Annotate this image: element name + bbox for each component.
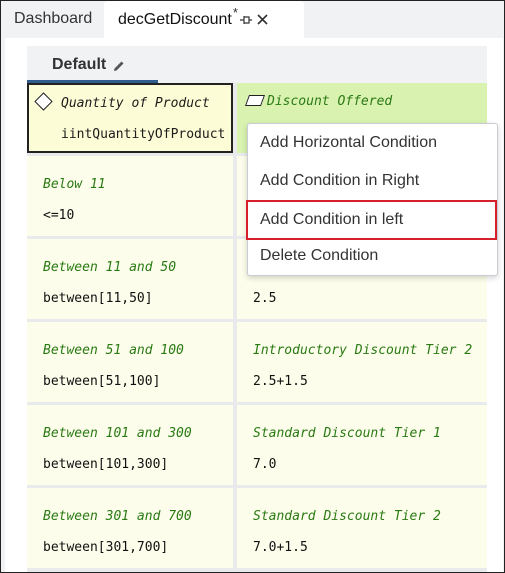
- header-condition-cell[interactable]: Quantity of Product iintQuantityOfProduc…: [27, 83, 233, 153]
- tab-dashboard-label: Dashboard: [14, 10, 93, 27]
- result-title: Standard Discount Tier 2: [253, 509, 441, 524]
- tab-bar: Dashboard decGetDiscount *: [1, 1, 504, 38]
- condition-title: Between 51 and 100: [43, 343, 184, 358]
- condition-value: between[101,300]: [43, 457, 169, 472]
- subtab-default[interactable]: Default: [27, 46, 158, 83]
- subtab-default-label: Default: [52, 55, 107, 73]
- condition-title: Between 301 and 700: [43, 509, 192, 524]
- context-menu: Add Horizontal Condition Add Condition i…: [246, 123, 498, 276]
- condition-cell[interactable]: Between 51 and 100 between[51,100]: [27, 322, 233, 402]
- editor-panel: Default Quantity of Product iintQuantity…: [5, 38, 503, 572]
- condition-title: Below 11: [43, 177, 106, 192]
- condition-cell[interactable]: Below 11 <=10: [27, 156, 233, 236]
- header-condition-title: Quantity of Product: [61, 96, 210, 111]
- result-value: 2.5: [253, 291, 277, 306]
- result-value: 7.0+1.5: [253, 540, 308, 555]
- pencil-icon[interactable]: [113, 59, 125, 71]
- menu-item-delete-condition[interactable]: Delete Condition: [248, 238, 497, 274]
- condition-cell[interactable]: Between 11 and 50 between[11,50]: [27, 239, 233, 319]
- menu-item-add-condition-left[interactable]: Add Condition in left: [246, 200, 497, 240]
- menu-item-add-condition-right[interactable]: Add Condition in Right: [248, 163, 497, 199]
- parallelogram-icon: [244, 95, 266, 106]
- result-title: Standard Discount Tier 1: [253, 426, 441, 441]
- diamond-icon: [34, 92, 53, 111]
- result-cell[interactable]: Standard Discount Tier 1 7.0: [237, 405, 487, 485]
- header-condition-variable: iintQuantityOfProduct: [61, 127, 226, 142]
- result-cell[interactable]: Standard Discount Tier 2 7.0+1.5: [237, 488, 487, 568]
- subtab-bar: Default: [27, 46, 487, 83]
- window-frame: Dashboard decGetDiscount * Default Quant…: [0, 0, 505, 573]
- result-value: 2.5+1.5: [253, 374, 308, 389]
- condition-value: between[11,50]: [43, 291, 153, 306]
- tab-decgetdiscount[interactable]: decGetDiscount *: [104, 1, 304, 38]
- condition-title: Between 101 and 300: [43, 426, 192, 441]
- result-cell[interactable]: Introductory Discount Tier 2 2.5+1.5: [237, 322, 487, 402]
- header-result-title: Discount Offered: [267, 94, 393, 109]
- result-value: 7.0: [253, 457, 277, 472]
- tab-dashboard[interactable]: Dashboard: [14, 1, 92, 37]
- close-icon[interactable]: [256, 13, 269, 26]
- condition-title: Between 11 and 50: [43, 260, 177, 275]
- menu-item-add-horizontal-condition[interactable]: Add Horizontal Condition: [248, 125, 497, 161]
- condition-cell[interactable]: Between 101 and 300 between[101,300]: [27, 405, 233, 485]
- condition-value: between[301,700]: [43, 540, 169, 555]
- result-title: Introductory Discount Tier 2: [253, 343, 473, 358]
- pin-icon[interactable]: [239, 13, 253, 27]
- condition-value: <=10: [43, 208, 75, 223]
- condition-value: between[51,100]: [43, 374, 161, 389]
- tab-active-label: decGetDiscount: [118, 10, 232, 28]
- condition-cell[interactable]: Between 301 and 700 between[301,700]: [27, 488, 233, 568]
- unsaved-marker: *: [232, 5, 238, 20]
